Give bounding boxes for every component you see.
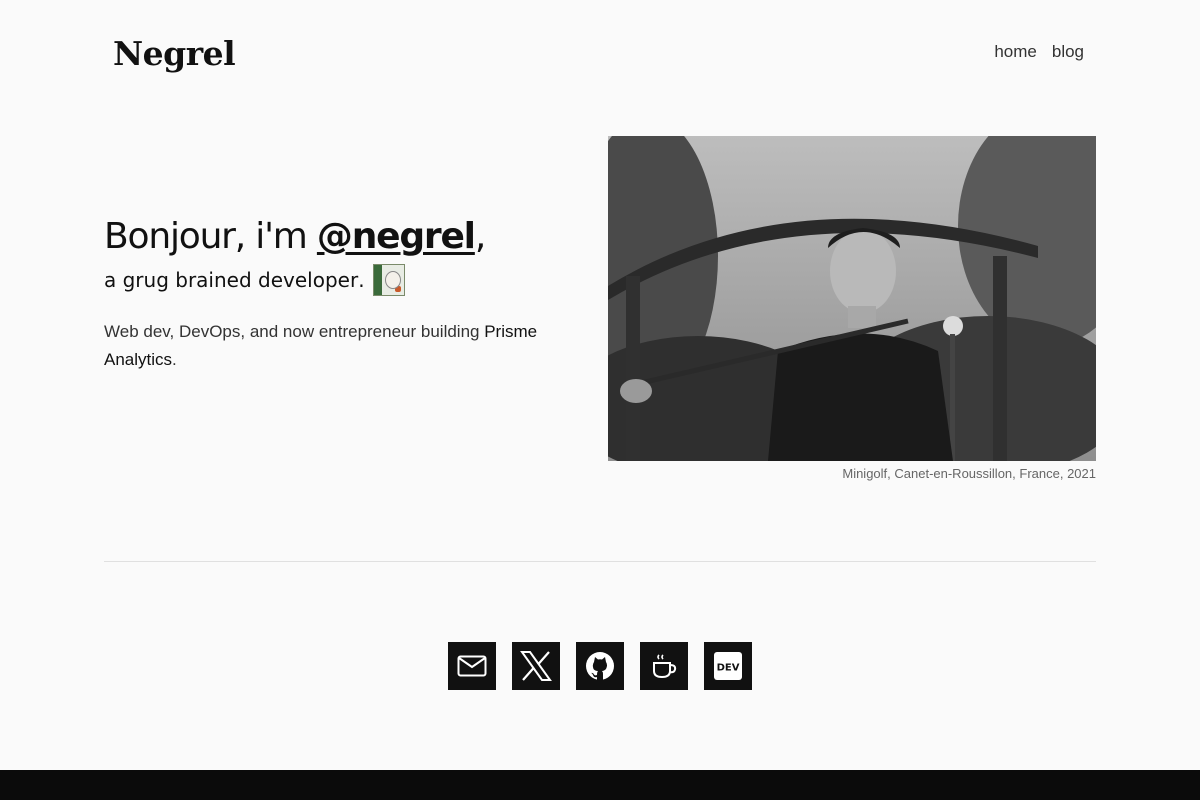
hero-headline: Bonjour, i'm @negrel, — [104, 214, 564, 260]
email-link[interactable] — [448, 642, 496, 690]
dev-icon-text: DEV — [717, 663, 740, 674]
handle-link[interactable]: @negrel — [317, 216, 476, 257]
x-icon — [520, 651, 552, 681]
dev-icon: DEV — [714, 652, 742, 680]
handle-suffix: , — [474, 216, 486, 257]
grug-image — [372, 264, 405, 296]
hero-intro: Bonjour, i'm @negrel, a grug brained dev… — [104, 214, 564, 374]
bio-text: Web dev, DevOps, and now entrepreneur bu… — [104, 318, 564, 374]
tagline-suffix: . — [358, 268, 365, 292]
section-divider — [104, 561, 1096, 562]
bio-suffix: . — [172, 350, 177, 369]
nav-home-link[interactable]: home — [994, 42, 1037, 62]
profile-photo — [608, 136, 1096, 461]
site-logo[interactable]: Negrel — [113, 34, 236, 73]
coffee-icon — [653, 654, 677, 679]
photo-caption: Minigolf, Canet-en-Roussillon, France, 2… — [842, 466, 1096, 481]
social-links: DEV — [448, 642, 752, 690]
grug-developer-link[interactable]: a grug brained developer — [104, 268, 358, 292]
dev-to-link[interactable]: DEV — [704, 642, 752, 690]
site-footer — [0, 770, 1200, 800]
x-link[interactable] — [512, 642, 560, 690]
github-link[interactable] — [576, 642, 624, 690]
bio-prefix: Web dev, DevOps, and now entrepreneur bu… — [104, 322, 485, 341]
tagline: a grug brained developer. — [104, 264, 564, 296]
photo-illustration — [608, 136, 1096, 461]
github-icon — [586, 652, 614, 680]
buy-me-a-coffee-link[interactable] — [640, 642, 688, 690]
greeting-text: Bonjour, i'm — [104, 216, 317, 257]
mail-icon — [457, 655, 487, 677]
main-nav: home blog — [994, 42, 1084, 62]
nav-blog-link[interactable]: blog — [1052, 42, 1084, 62]
